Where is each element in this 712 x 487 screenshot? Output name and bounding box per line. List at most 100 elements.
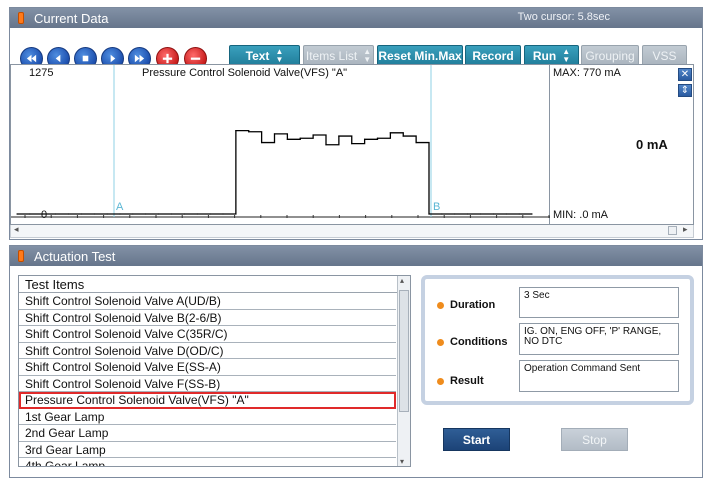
result-value: Operation Command Sent xyxy=(519,360,679,392)
data-point xyxy=(183,213,185,215)
duration-label: Duration xyxy=(450,299,496,311)
bullet-icon xyxy=(437,377,444,385)
test-item[interactable]: 4th Gear Lamp xyxy=(19,458,396,466)
chart-svg xyxy=(11,65,551,218)
data-point xyxy=(467,213,469,215)
scroll-up-icon[interactable]: ▴ xyxy=(400,276,404,285)
data-point xyxy=(273,133,276,135)
data-point xyxy=(209,213,211,215)
data-point xyxy=(428,213,430,215)
updown-arrow-icon: ▲ ▼ xyxy=(562,47,571,64)
data-point xyxy=(454,213,456,215)
data-point xyxy=(106,213,108,215)
graph-area[interactable]: 1275 Pressure Control Solenoid Valve(VFS… xyxy=(10,64,551,225)
data-point xyxy=(170,213,173,215)
grouping-label: Grouping xyxy=(585,49,635,63)
cursor-info: Two cursor: 5.8sec xyxy=(517,11,610,23)
data-point xyxy=(376,137,379,139)
text-dropdown-label: Text xyxy=(245,49,270,63)
scroll-right-icon[interactable]: ▸ xyxy=(683,224,688,235)
scroll-left-icon[interactable]: ◂ xyxy=(14,224,19,235)
test-item[interactable]: Shift Control Solenoid Valve E(SS-A) xyxy=(19,359,396,376)
min-value: MIN: .0 mA xyxy=(553,209,609,221)
test-item[interactable]: Shift Control Solenoid Valve F(SS-B) xyxy=(19,376,396,392)
current-value: 0 mA xyxy=(636,137,668,152)
data-point xyxy=(479,213,482,215)
test-items-header: Test Items xyxy=(19,276,398,293)
test-items-rows: Shift Control Solenoid Valve A(UD/B) Shif… xyxy=(19,293,410,466)
data-point xyxy=(505,213,507,215)
expand-icon[interactable]: ⇕ xyxy=(678,84,692,97)
max-value: MAX: 770 mA xyxy=(553,67,621,79)
data-point xyxy=(80,213,82,215)
test-item-selected[interactable]: Pressure Control Solenoid Valve(VFS) "A" xyxy=(19,392,396,409)
vertical-scrollbar[interactable]: ▴ ▾ xyxy=(397,276,410,466)
duration-value: 3 Sec xyxy=(519,287,679,318)
data-point xyxy=(222,213,224,215)
data-point xyxy=(415,141,417,144)
scroll-thumb[interactable] xyxy=(668,226,677,235)
conditions-label: Conditions xyxy=(450,336,508,348)
y-min-label: 0 xyxy=(41,209,48,221)
result-label: Result xyxy=(450,375,484,387)
actuation-title: Actuation Test xyxy=(34,248,116,264)
data-point xyxy=(235,130,237,132)
test-item[interactable]: 2nd Gear Lamp xyxy=(19,425,396,442)
close-icon[interactable]: ✕ xyxy=(678,68,692,81)
bullet-icon xyxy=(437,301,444,309)
record-label: Record xyxy=(472,49,514,63)
updown-arrow-icon: ▲ ▼ xyxy=(363,47,372,64)
test-item[interactable]: 3rd Gear Lamp xyxy=(19,442,396,458)
current-data-title: Current Data xyxy=(34,10,109,26)
test-item[interactable]: 1st Gear Lamp xyxy=(19,409,396,425)
data-point xyxy=(531,213,533,215)
reset-min-max-label: Reset Min.Max xyxy=(378,49,462,63)
run-label: Run xyxy=(532,49,557,63)
conditions-row: Conditions xyxy=(437,336,507,348)
cursor-b-label: B xyxy=(433,201,441,213)
data-point xyxy=(29,213,31,215)
actuation-titlebar: Actuation Test xyxy=(10,246,702,266)
test-item[interactable]: Shift Control Solenoid Valve D(OD/C) xyxy=(19,343,396,359)
data-point xyxy=(441,213,443,215)
test-items-list: Test Items Shift Control Solenoid Valve … xyxy=(18,275,411,467)
items-list-label: Items List xyxy=(305,49,358,63)
bullet-icon xyxy=(437,338,444,346)
scroll-down-icon[interactable]: ▾ xyxy=(400,457,404,466)
data-point xyxy=(364,138,366,140)
data-point xyxy=(261,141,263,144)
start-button[interactable]: Start xyxy=(443,428,510,451)
value-panel: MAX: 770 mA 0 mA MIN: .0 mA ✕ ⇕ xyxy=(550,64,694,225)
data-point xyxy=(402,135,404,137)
data-point xyxy=(492,213,494,215)
chart-title: Pressure Control Solenoid Valve(VFS) "A" xyxy=(142,67,348,79)
vss-label: VSS xyxy=(652,49,677,63)
data-point xyxy=(158,213,160,215)
data-point xyxy=(351,143,353,145)
y-max-label: 1275 xyxy=(29,67,54,79)
data-point xyxy=(325,144,327,146)
data-point xyxy=(286,138,288,140)
data-point xyxy=(248,131,250,133)
panel-marker-icon xyxy=(18,250,24,262)
actuation-info-box: Duration 3 Sec Conditions IG. ON, ENG OF… xyxy=(421,275,694,405)
test-item[interactable]: Shift Control Solenoid Valve A(UD/B) xyxy=(19,293,396,310)
data-point xyxy=(119,213,121,215)
data-point xyxy=(145,213,147,215)
test-item[interactable]: Shift Control Solenoid Valve C(35R/C) xyxy=(19,326,396,343)
series-line xyxy=(17,130,532,215)
data-point xyxy=(93,213,95,215)
panel-marker-icon xyxy=(18,12,24,24)
result-row: Result xyxy=(437,375,484,387)
cursor-a-label: A xyxy=(116,201,124,213)
data-point xyxy=(196,213,198,215)
horizontal-scrollbar[interactable]: ◂ ▸ xyxy=(10,224,694,238)
scroll-thumb[interactable] xyxy=(399,290,409,412)
data-point xyxy=(55,213,57,215)
test-item[interactable]: Shift Control Solenoid Valve B(2-6/B) xyxy=(19,310,396,326)
data-point xyxy=(16,213,18,215)
data-point xyxy=(338,135,340,137)
data-point xyxy=(67,213,70,215)
data-point xyxy=(389,132,391,134)
stop-button[interactable]: Stop xyxy=(561,428,628,451)
